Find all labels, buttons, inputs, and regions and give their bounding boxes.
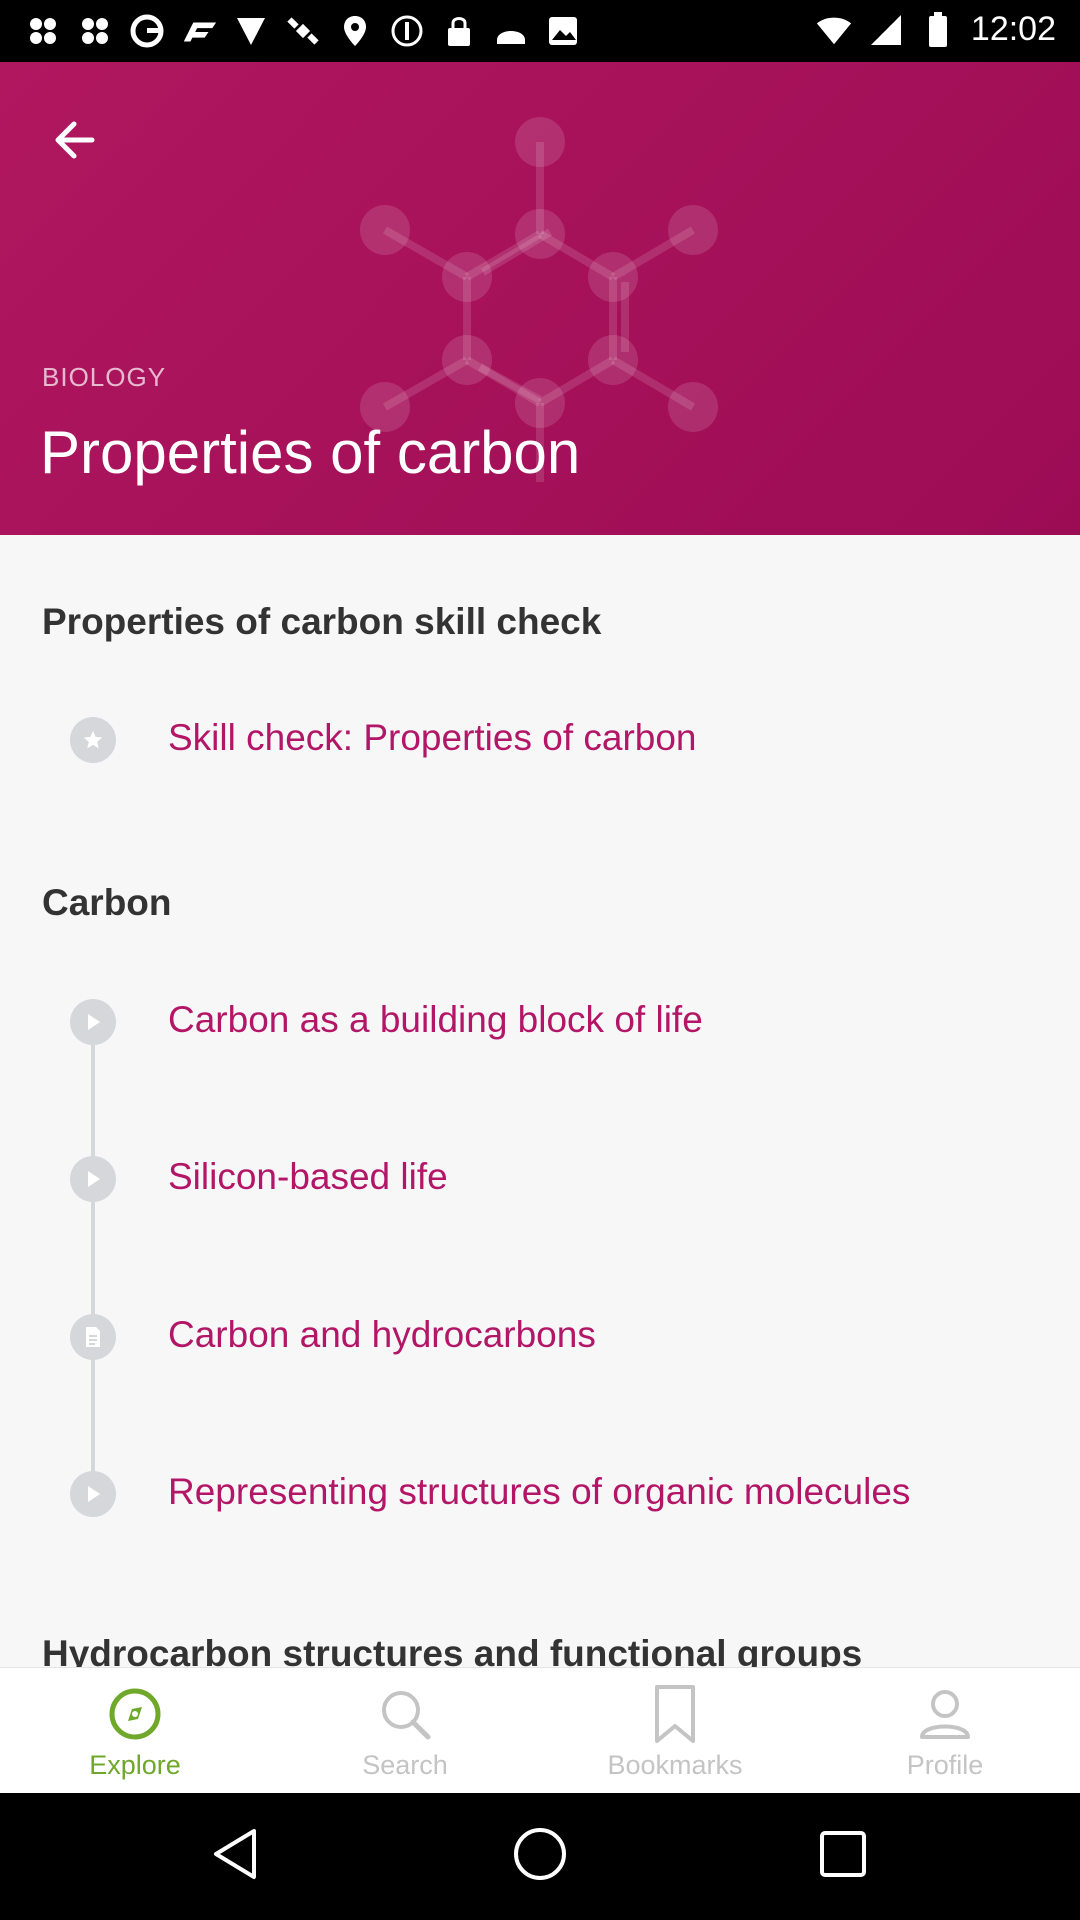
status-time: 12:02 (970, 10, 1056, 48)
slack-icon (76, 12, 114, 50)
list-item-video[interactable]: Carbon as a building block of life (0, 977, 1080, 1067)
item-label[interactable]: Skill check: Properties of carbon (168, 717, 697, 759)
nav-bookmarks[interactable]: Bookmarks (540, 1668, 810, 1794)
image-icon (544, 12, 582, 50)
nav-label: Search (362, 1750, 448, 1780)
signal-icon (867, 11, 905, 49)
nav-label: Bookmarks (607, 1750, 743, 1780)
system-home-button[interactable] (505, 1821, 575, 1891)
list-item-video[interactable]: Representing structures of organic molec… (0, 1449, 1080, 1539)
circle-home-icon (512, 1826, 568, 1887)
item-label[interactable]: Carbon as a building block of life (168, 999, 703, 1041)
wifi-icon (815, 11, 853, 49)
f1-icon (180, 12, 218, 50)
play-icon (70, 1156, 116, 1202)
back-button[interactable] (40, 108, 108, 176)
star-icon (70, 717, 116, 763)
bottom-navigation: Explore Search Bookmarks Profile (0, 1667, 1080, 1793)
square-recents-icon (818, 1829, 868, 1884)
section-title: Hydrocarbon structures and functional gr… (42, 1633, 863, 1667)
bookmark-icon (645, 1684, 705, 1744)
location-icon (336, 12, 374, 50)
arrow-back-icon (52, 120, 96, 165)
satellite-icon (284, 12, 322, 50)
section-title: Properties of carbon skill check (42, 601, 602, 642)
compass-icon (105, 1684, 165, 1744)
status-bar: 12:02 (0, 0, 1080, 62)
nav-label: Profile (906, 1750, 984, 1780)
item-label[interactable]: Representing structures of organic molec… (168, 1471, 910, 1513)
play-icon (70, 999, 116, 1045)
item-label[interactable]: Silicon-based life (168, 1156, 448, 1198)
nav-label: Explore (89, 1750, 181, 1780)
article-icon (70, 1314, 116, 1360)
topic-header: BIOLOGY Properties of carbon (0, 62, 1080, 535)
nav-profile[interactable]: Profile (810, 1668, 1080, 1794)
play-icon (70, 1471, 116, 1517)
topic-content[interactable]: Properties of carbon skill check Skill c… (0, 535, 1080, 1667)
system-recents-button[interactable] (808, 1821, 878, 1891)
item-label[interactable]: Carbon and hydrocarbons (168, 1314, 596, 1356)
search-icon (375, 1684, 435, 1744)
nav-explore[interactable]: Explore (0, 1668, 270, 1794)
battery-icon (919, 11, 957, 49)
nav-search[interactable]: Search (270, 1668, 540, 1794)
lock-icon (440, 12, 478, 50)
system-navigation-bar (0, 1793, 1080, 1920)
system-back-button[interactable] (200, 1821, 270, 1891)
list-item-skill-check[interactable]: Skill check: Properties of carbon (0, 695, 1080, 785)
person-icon (915, 1684, 975, 1744)
list-item-video[interactable]: Silicon-based life (0, 1134, 1080, 1224)
page-title: Properties of carbon (40, 419, 581, 486)
list-item-article[interactable]: Carbon and hydrocarbons (0, 1292, 1080, 1382)
subject-label: BIOLOGY (42, 362, 167, 392)
do-not-disturb-icon (388, 12, 426, 50)
shield-icon (232, 12, 270, 50)
triangle-back-icon (210, 1827, 260, 1886)
timeline-line (91, 1018, 95, 1490)
section-title: Carbon (42, 882, 172, 923)
slack-icon (24, 12, 62, 50)
circle-g-icon (128, 12, 166, 50)
android-icon (492, 12, 530, 50)
